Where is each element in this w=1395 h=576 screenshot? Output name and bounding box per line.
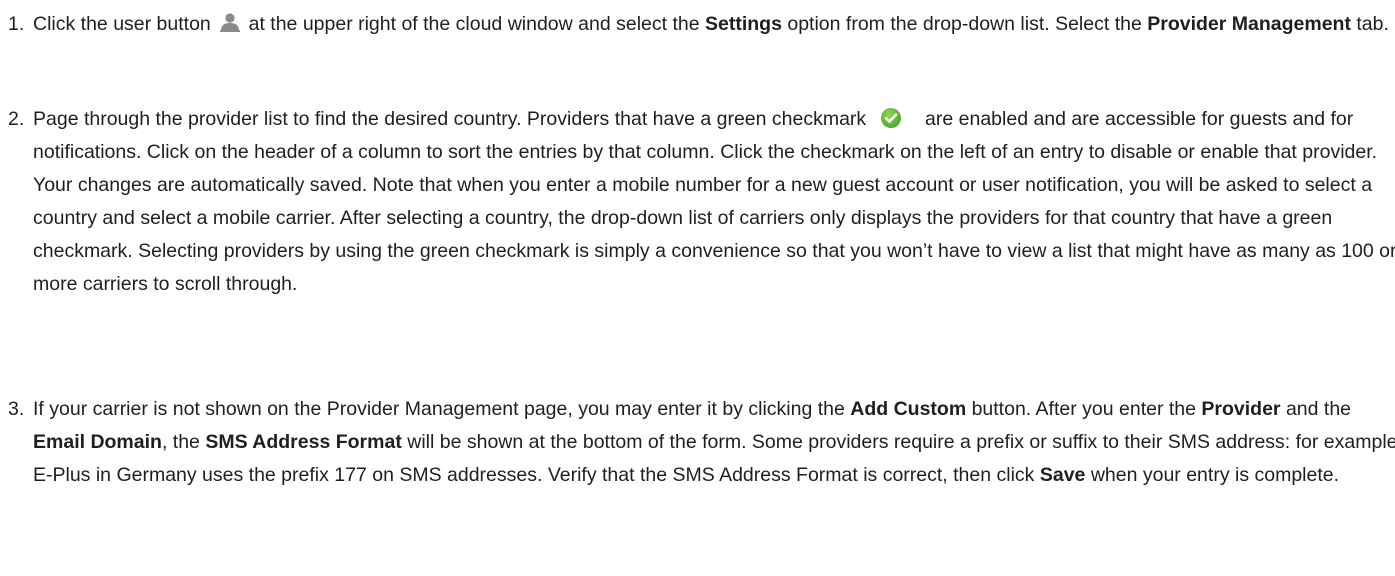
step-text: , the: [161, 431, 200, 453]
step-number: 1.: [8, 13, 25, 35]
step-text: are enabled and are accessible for guest…: [33, 108, 1395, 295]
step-text: tab.: [1356, 13, 1389, 35]
step-text: Page through the provider list to find t…: [33, 108, 867, 130]
save-label: Save: [1039, 464, 1086, 486]
step-text: and the: [1285, 398, 1352, 420]
step-text: Click the user button: [33, 13, 211, 35]
step-text: at the upper right of the cloud window a…: [248, 13, 700, 35]
step-text: If your carrier is not shown on the Prov…: [33, 398, 845, 420]
step-1: 1. Click the user button at the upper ri…: [0, 8, 1395, 41]
sms-address-format-label: SMS Address Format: [205, 431, 402, 453]
step-number: 3.: [8, 398, 25, 420]
step-2: 2. Page through the provider list to fin…: [0, 103, 1395, 301]
step-3: 3. If your carrier is not shown on the P…: [0, 393, 1395, 492]
add-custom-label: Add Custom: [850, 398, 967, 420]
user-icon: [219, 10, 241, 32]
settings-label: Settings: [705, 13, 782, 35]
step-text: option from the drop-down list. Select t…: [787, 13, 1142, 35]
step-text: when your entry is complete.: [1090, 464, 1340, 486]
green-checkmark-icon: [880, 107, 902, 129]
step-text: button. After you enter the: [971, 398, 1196, 420]
provider-label: Provider: [1201, 398, 1281, 420]
email-domain-label: Email Domain: [33, 431, 162, 453]
provider-management-label: Provider Management: [1147, 13, 1351, 35]
step-number: 2.: [8, 108, 25, 130]
